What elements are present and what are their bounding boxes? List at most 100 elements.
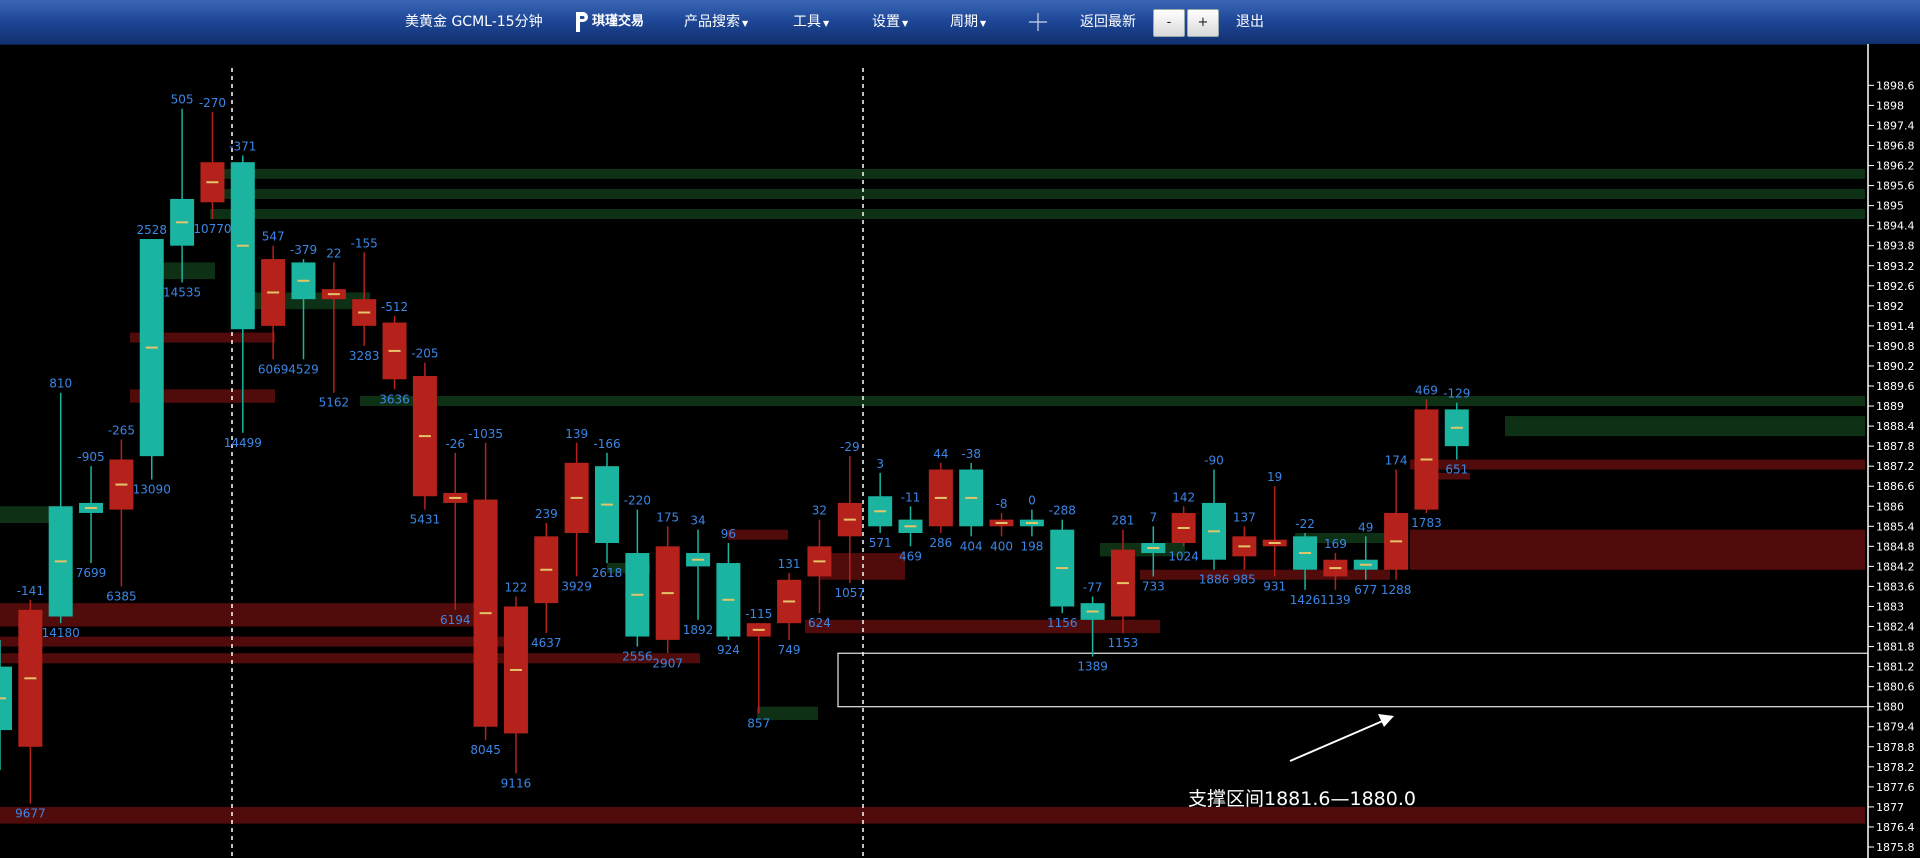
candle-delta-label: 174 <box>1385 454 1408 468</box>
resistance-zone <box>210 168 1865 179</box>
candle-volume-label: 404 <box>960 539 983 553</box>
candle-volume-label: 3283 <box>349 349 380 363</box>
candle-volume-label: 1288 <box>1381 583 1412 597</box>
candle-volume-label: 6069 <box>258 362 289 376</box>
candle-volume-label: 733 <box>1142 579 1165 593</box>
price-tick-label: 1883.6 <box>1876 580 1915 593</box>
candle-volume-label: 651 <box>1445 463 1468 477</box>
candle-delta-label: -288 <box>1049 504 1076 518</box>
candle-volume-label: 9116 <box>501 777 532 791</box>
candle-volume-label: 198 <box>1020 539 1043 553</box>
candle-delta-label: 19 <box>1267 470 1282 484</box>
candle-delta-label: -8 <box>996 497 1008 511</box>
candle-delta-label: 505 <box>171 93 194 107</box>
resistance-zone <box>158 262 215 280</box>
price-tick-label: 1884.2 <box>1876 560 1915 573</box>
price-tick-label: 1876.4 <box>1876 821 1915 834</box>
candle-volume-label: 1153 <box>1108 636 1139 650</box>
candle-volume-label: 1783 <box>1411 516 1442 530</box>
candle-volume-label: 1156 <box>1047 616 1078 630</box>
candle-volume-label: 5162 <box>319 396 350 410</box>
candle-delta-label: 175 <box>656 510 679 524</box>
price-tick-label: 1879.4 <box>1876 721 1915 734</box>
candle-volume-label: 931 <box>1263 579 1286 593</box>
price-tick-label: 1896.8 <box>1876 139 1915 152</box>
candle-delta-label: 122 <box>504 580 527 594</box>
price-tick-label: 1885.4 <box>1876 520 1915 533</box>
candle-delta-label: -270 <box>199 96 226 110</box>
resistance-zone <box>360 396 1865 407</box>
candle-delta-label: -265 <box>108 423 135 437</box>
candle-delta-label: -77 <box>1083 580 1103 594</box>
price-tick-label: 1881.2 <box>1876 661 1915 674</box>
candle-volume-label: 1024 <box>1168 549 1199 563</box>
price-tick-label: 1880.6 <box>1876 681 1915 694</box>
candle-delta-label: -379 <box>290 243 317 257</box>
pressure-zone <box>1410 459 1865 470</box>
price-tick-label: 1883 <box>1876 600 1904 613</box>
candle-volume-label: 3636 <box>379 392 410 406</box>
price-tick-label: 1893.2 <box>1876 260 1915 273</box>
support-zone-box <box>837 652 1869 708</box>
candle-delta-label: -166 <box>593 437 620 451</box>
candlestick-chart[interactable]: -141 9677 810 14180 -905 7699 -265 6385 2528 1309… <box>0 0 1920 858</box>
candle-volume-label: 1886 <box>1199 573 1230 587</box>
candle-delta-label: -115 <box>745 607 772 621</box>
pressure-zone <box>1140 569 1390 580</box>
candle-delta-label: -38 <box>961 447 981 461</box>
candle-delta-label: 469 <box>1415 383 1438 397</box>
candle-delta-label: 142 <box>1172 490 1195 504</box>
candle-delta-label: -205 <box>411 347 438 361</box>
pressure-zone <box>728 529 788 540</box>
candle-volume-label: 13090 <box>133 483 171 497</box>
candle-delta-label: -11 <box>901 490 921 504</box>
candle-delta-label: -512 <box>381 300 408 314</box>
candle-delta-label: 34 <box>690 514 705 528</box>
pressure-zone <box>0 806 1865 824</box>
price-tick-label: 1875.8 <box>1876 841 1915 854</box>
price-tick-label: 1892.6 <box>1876 280 1915 293</box>
candle-volume-label: 1057 <box>835 586 866 600</box>
pressure-zone <box>805 619 1160 634</box>
candle-delta-label: -26 <box>445 437 465 451</box>
candle-delta-label: 810 <box>49 377 72 391</box>
price-tick-label: 1881.8 <box>1876 641 1915 654</box>
candle-volume-label: 6385 <box>106 589 137 603</box>
price-tick-label: 1896.2 <box>1876 160 1915 173</box>
candle-volume-label: 14535 <box>163 285 201 299</box>
candle-delta-label: 0 <box>1028 494 1036 508</box>
candle-volume-label: 2618 <box>592 566 623 580</box>
price-tick-label: 1888.4 <box>1876 420 1915 433</box>
pressure-zone <box>1410 553 1865 570</box>
candle-volume-label: 1139 <box>1320 593 1351 607</box>
price-tick-label: 1892 <box>1876 300 1904 313</box>
candle-delta-label: -371 <box>229 140 256 154</box>
candle-volume-label: 749 <box>778 643 801 657</box>
price-tick-label: 1886.6 <box>1876 480 1915 493</box>
candle-delta-label: 22 <box>326 246 341 260</box>
candle-volume-label: 286 <box>929 536 952 550</box>
candle-delta-label: -155 <box>351 236 378 250</box>
price-tick-label: 1884.8 <box>1876 540 1915 553</box>
candle-volume-label: 14499 <box>224 436 262 450</box>
candle-delta-label: 2528 <box>136 223 167 237</box>
candle-delta-label: 96 <box>721 527 736 541</box>
price-tick-label: 1895 <box>1876 200 1904 213</box>
candle-delta-label: 7 <box>1149 510 1157 524</box>
support-annotation-text: 支撑区间1881.6—1880.0 <box>1188 788 1416 810</box>
candle-delta-label: 239 <box>535 507 558 521</box>
candle-volume-label: 400 <box>990 539 1013 553</box>
price-tick-label: 1887.8 <box>1876 440 1915 453</box>
price-tick-label: 1890.8 <box>1876 340 1915 353</box>
candle-delta-label: -141 <box>17 584 44 598</box>
candle-delta-label: -22 <box>1295 517 1315 531</box>
annotation-arrow-line <box>1289 719 1386 762</box>
candle-delta-label: -90 <box>1204 454 1224 468</box>
candle-volume-label: 469 <box>899 549 922 563</box>
candle-delta-label: 169 <box>1324 537 1347 551</box>
candle-delta-label: 49 <box>1358 520 1373 534</box>
candle-delta-label: -220 <box>624 494 651 508</box>
price-tick-label: 1894.4 <box>1876 220 1915 233</box>
candle-delta-label: 3 <box>876 457 884 471</box>
candle-volume-label: 857 <box>747 716 770 730</box>
